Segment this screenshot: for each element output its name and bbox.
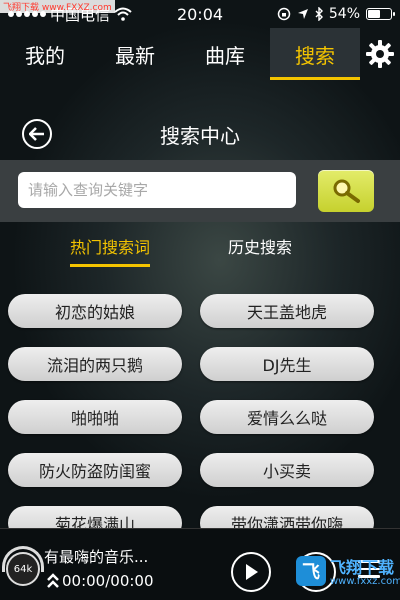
play-icon: [246, 564, 258, 580]
tab-search[interactable]: 搜索: [270, 28, 360, 80]
keyword-chip[interactable]: 小买卖: [200, 453, 374, 487]
bluetooth-icon: [315, 7, 323, 21]
logo-url: www.fxxz.com: [330, 576, 400, 587]
search-input[interactable]: [18, 172, 296, 208]
play-button[interactable]: [231, 552, 271, 592]
wifi-icon: [114, 7, 132, 21]
watermark-label: 飞翔下载 www.FXXZ.com: [0, 0, 115, 13]
time-readout: 00:00/00:00: [62, 572, 154, 590]
main-nav: 我的 最新 曲库 搜索: [0, 28, 400, 80]
tab-library[interactable]: 曲库: [180, 28, 270, 80]
keyword-chip[interactable]: 爱情么么哒: [200, 400, 374, 434]
search-sub-tabs: 热门搜索词 历史搜索: [0, 228, 400, 268]
keyword-chip[interactable]: DJ先生: [200, 347, 374, 381]
tab-mine[interactable]: 我的: [0, 28, 90, 80]
gear-icon[interactable]: [360, 28, 400, 80]
song-title[interactable]: 有最嗨的音乐...: [44, 546, 174, 567]
location-icon: [297, 9, 308, 19]
chevron-up-icon[interactable]: [46, 572, 60, 590]
battery-icon: [366, 8, 395, 20]
back-button[interactable]: [22, 119, 52, 149]
tab-search-history[interactable]: 历史搜索: [228, 234, 292, 264]
keyword-chip[interactable]: 天王盖地虎: [200, 294, 374, 328]
quality-badge[interactable]: 64k: [6, 552, 40, 586]
keyword-chip[interactable]: 防火防盗防闺蜜: [8, 453, 182, 487]
rotation-lock-icon: [277, 7, 291, 21]
page-title: 搜索中心: [160, 123, 240, 148]
battery-percent: 54%: [328, 6, 360, 22]
keyword-chip[interactable]: 带你潇洒带你嗨: [200, 506, 374, 528]
keyword-chip[interactable]: 流泪的两只鹅: [8, 347, 182, 381]
keyword-grid: 初恋的姑娘 天王盖地虎 流泪的两只鹅 DJ先生 啪啪啪 爱情么么哒 防火防盗防闺…: [0, 294, 400, 528]
tab-hot-keywords[interactable]: 热门搜索词: [70, 234, 151, 267]
battery-fill: [368, 10, 380, 18]
keyword-chip[interactable]: 啪啪啪: [8, 400, 182, 434]
site-logo: 飞 飞翔下载 www.fxxz.com: [296, 552, 400, 596]
tab-latest[interactable]: 最新: [90, 28, 180, 80]
status-right: 54%: [277, 6, 395, 22]
logo-badge-icon: 飞: [296, 556, 326, 586]
keyword-chip[interactable]: 菊花爆满山: [8, 506, 182, 528]
search-button[interactable]: [318, 170, 374, 212]
keyword-chip[interactable]: 初恋的姑娘: [8, 294, 182, 328]
page-header: 搜索中心: [0, 112, 400, 156]
search-bar: [0, 160, 400, 222]
logo-text: 飞翔下载: [330, 558, 395, 577]
arrow-left-icon: [29, 127, 44, 141]
search-icon: [333, 179, 360, 203]
